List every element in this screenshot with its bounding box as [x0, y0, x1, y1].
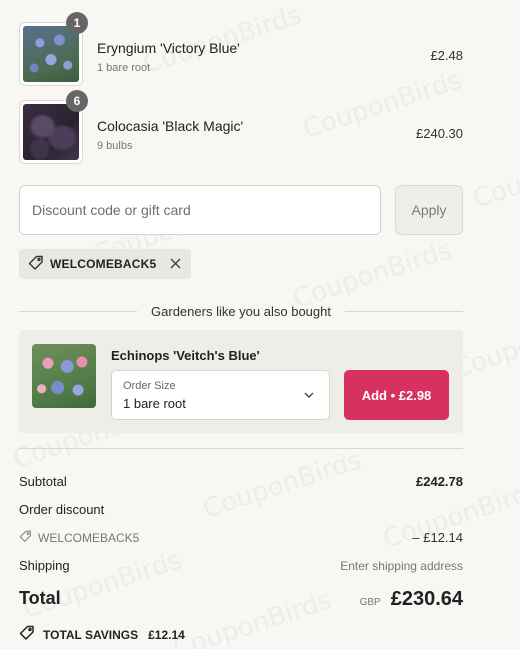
product-variant: 1 bare root	[97, 62, 151, 74]
line-item: 1 Eryngium 'Victory Blue' 1 bare root £2…	[19, 12, 463, 86]
divider	[19, 310, 138, 312]
total-value: £230.64	[390, 588, 463, 610]
shipping-row: Shipping Enter shipping address	[19, 558, 463, 573]
eryngium-photo	[23, 26, 79, 82]
product-variant: 9 bulbs	[97, 140, 133, 152]
total-row: Total GBP £230.64	[19, 588, 463, 616]
divider	[19, 448, 463, 449]
upsell-product-name: Echinops 'Veitch's Blue'	[111, 348, 260, 363]
select-label: Order Size	[123, 380, 176, 392]
applied-discount-tag: WELCOMEBACK5	[19, 249, 192, 279]
discount-code-input[interactable]	[19, 185, 381, 235]
tag-icon	[28, 255, 44, 274]
quantity-badge: 6	[66, 90, 88, 112]
discount-code-text: WELCOMEBACK5	[38, 531, 140, 545]
applied-code-label: WELCOMEBACK5	[50, 257, 157, 271]
chevron-down-icon	[303, 388, 315, 400]
product-price: £240.30	[416, 126, 463, 141]
total-label: Total	[19, 588, 61, 608]
colocasia-photo	[23, 104, 79, 160]
product-name: Eryngium 'Victory Blue'	[97, 40, 240, 56]
tag-icon	[19, 625, 35, 644]
shipping-value: Enter shipping address	[340, 559, 463, 573]
total-savings: TOTAL SAVINGS £12.14	[19, 625, 185, 644]
order-discount-row: Order discount	[19, 502, 463, 517]
upsell-heading: Gardeners like you also bought	[19, 302, 464, 320]
subtotal-value: £242.78	[416, 474, 463, 489]
discount-code-row: WELCOMEBACK5 – £12.14	[19, 530, 463, 546]
quantity-badge: 1	[66, 12, 88, 34]
shipping-label: Shipping	[19, 558, 70, 573]
upsell-heading-text: Gardeners like you also bought	[151, 303, 331, 319]
line-item: 6 Colocasia 'Black Magic' 9 bulbs £240.3…	[19, 90, 463, 164]
savings-label: TOTAL SAVINGS	[43, 627, 139, 642]
echinops-photo	[32, 344, 96, 408]
subtotal-row: Subtotal £242.78	[19, 474, 463, 489]
upsell-card: Echinops 'Veitch's Blue' Order Size 1 ba…	[19, 330, 463, 433]
discount-value: – £12.14	[412, 530, 463, 545]
tag-icon	[19, 530, 32, 546]
product-name: Colocasia 'Black Magic'	[97, 118, 244, 134]
add-to-cart-button[interactable]: Add • £2.98	[344, 370, 449, 420]
apply-button[interactable]: Apply	[395, 185, 463, 235]
divider	[344, 310, 464, 312]
discount-code-label-wrap: WELCOMEBACK5	[19, 530, 463, 546]
total-amount-wrap: GBP £230.64	[360, 588, 463, 611]
order-size-select[interactable]: Order Size 1 bare root	[111, 370, 330, 420]
currency-code: GBP	[359, 597, 381, 608]
savings-value: £12.14	[148, 627, 185, 642]
close-icon[interactable]	[170, 256, 181, 273]
subtotal-label: Subtotal	[19, 474, 67, 489]
product-price: £2.48	[430, 48, 463, 63]
order-discount-label: Order discount	[19, 502, 105, 517]
select-value: 1 bare root	[123, 396, 186, 411]
